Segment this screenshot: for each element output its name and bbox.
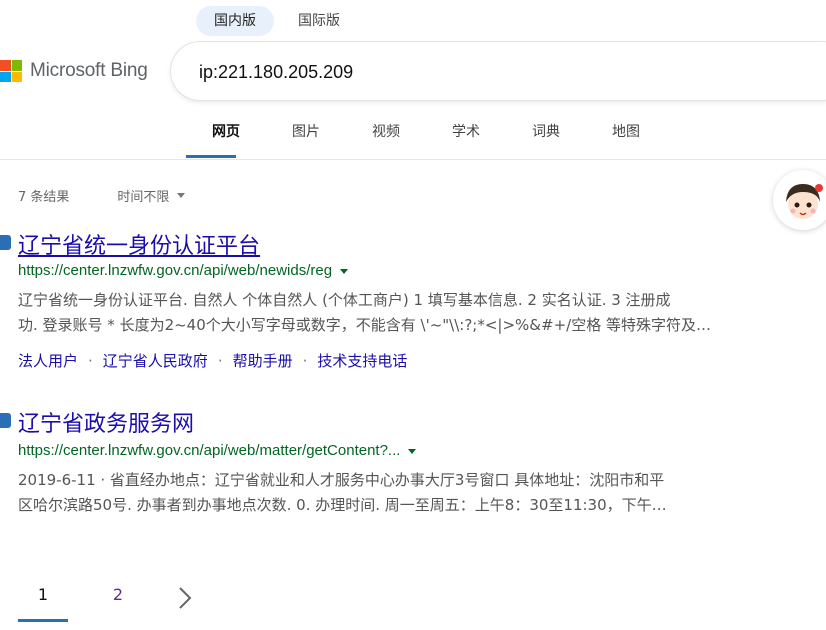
snippet-line: 辽宁省统一身份认证平台. 自然人 个体自然人 (个体工商户) 1 填写基本信息.… xyxy=(18,291,671,309)
region-tab-international[interactable]: 国际版 xyxy=(280,6,358,36)
tab-maps[interactable]: 地图 xyxy=(586,112,666,158)
chevron-right-icon xyxy=(179,587,192,609)
result-snippet: 2019-6-11 · 省直经办地点：辽宁省就业和人才服务中心办事大厅3号窗口 … xyxy=(18,468,778,518)
time-filter-label: 时间不限 xyxy=(117,190,170,205)
search-result: 辽宁省统一身份认证平台 https://center.lnzwfw.gov.cn… xyxy=(0,228,800,370)
region-tabs: 国内版 国际版 xyxy=(196,6,358,36)
deeplink-support-phone[interactable]: 技术支持电话 xyxy=(317,350,407,371)
result-url[interactable]: https://center.lnzwfw.gov.cn/api/web/new… xyxy=(18,262,349,279)
url-dropdown-icon[interactable] xyxy=(408,448,417,454)
result-url[interactable]: https://center.lnzwfw.gov.cn/api/web/mat… xyxy=(18,442,417,459)
snippet-line: 2019-6-11 · 省直经办地点：辽宁省就业和人才服务中心办事大厅3号窗口 … xyxy=(18,471,665,489)
result-count: 7 条结果 xyxy=(18,190,70,205)
time-filter-dropdown[interactable]: 时间不限 xyxy=(117,186,186,205)
region-tab-domestic[interactable]: 国内版 xyxy=(196,6,274,36)
pagination: 1 2 xyxy=(18,574,199,622)
page-current[interactable]: 1 xyxy=(18,574,68,622)
scope-nav: 网页 图片 视频 学术 词典 地图 xyxy=(186,112,666,158)
tab-web[interactable]: 网页 xyxy=(186,112,266,158)
separator-dot: · xyxy=(302,351,308,370)
microsoft-logo-icon xyxy=(0,60,22,82)
snippet-line: 功. 登录账号 * 长度为2~40个大小写字母或数字，不能含有 \'~"\\:?… xyxy=(18,316,711,334)
tab-images[interactable]: 图片 xyxy=(266,112,346,158)
search-result: 辽宁省政务服务网 https://center.lnzwfw.gov.cn/ap… xyxy=(0,406,800,514)
result-url-text: https://center.lnzwfw.gov.cn/api/web/mat… xyxy=(18,442,401,459)
verified-site-icon xyxy=(0,413,11,428)
results-meta: 7 条结果 时间不限 xyxy=(18,186,186,205)
result-title-link[interactable]: 辽宁省统一身份认证平台 xyxy=(18,228,260,260)
tab-academic[interactable]: 学术 xyxy=(426,112,506,158)
result-deeplinks: 法人用户 · 辽宁省人民政府 · 帮助手册 · 技术支持电话 xyxy=(18,350,407,371)
deeplink-legal-user[interactable]: 法人用户 xyxy=(18,350,78,371)
page-link-2[interactable]: 2 xyxy=(93,574,143,622)
search-box xyxy=(171,42,826,100)
result-title-link[interactable]: 辽宁省政务服务网 xyxy=(18,406,194,438)
deeplink-help-manual[interactable]: 帮助手册 xyxy=(233,350,293,371)
chevron-down-icon xyxy=(177,193,186,198)
avatar[interactable] xyxy=(773,170,826,230)
brand-name: Microsoft Bing xyxy=(30,60,148,81)
bing-logo[interactable]: Microsoft Bing xyxy=(0,60,148,82)
result-snippet: 辽宁省统一身份认证平台. 自然人 个体自然人 (个体工商户) 1 填写基本信息.… xyxy=(18,288,778,338)
search-input[interactable] xyxy=(197,56,801,88)
url-dropdown-icon[interactable] xyxy=(340,268,349,274)
separator-dot: · xyxy=(217,351,223,370)
result-url-text: https://center.lnzwfw.gov.cn/api/web/new… xyxy=(18,262,333,279)
tab-videos[interactable]: 视频 xyxy=(346,112,426,158)
separator-dot: · xyxy=(88,351,93,370)
next-page-button[interactable] xyxy=(171,584,199,612)
avatar-girl-icon xyxy=(786,184,823,219)
nav-divider xyxy=(0,159,826,160)
snippet-line: 区哈尔滨路50号. 办事者到办事地点次数. 0. 办理时间. 周一至周五：上午8… xyxy=(18,496,667,514)
tab-dictionary[interactable]: 词典 xyxy=(506,112,586,158)
deeplink-provincial-gov[interactable]: 辽宁省人民政府 xyxy=(103,350,208,371)
verified-site-icon xyxy=(0,235,11,250)
